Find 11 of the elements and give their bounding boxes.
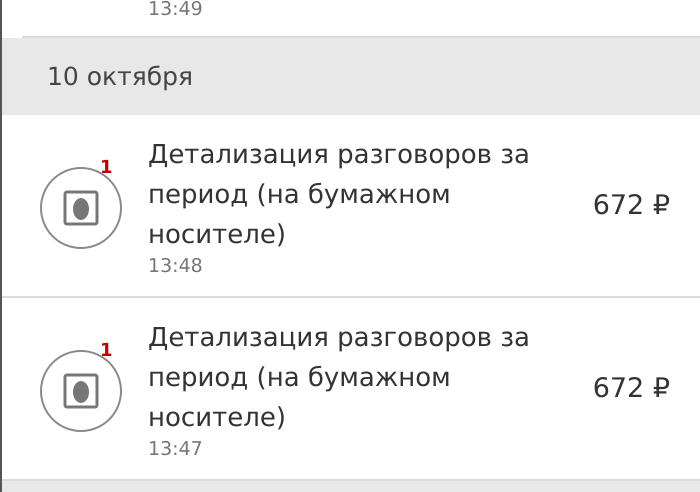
item-time: 13:48 [148, 254, 204, 276]
item-amount: 672 ₽ [592, 190, 670, 221]
item-time: 13:47 [148, 438, 204, 460]
item-amount: 672 ₽ [592, 373, 670, 404]
notification-count: 1 [100, 156, 113, 178]
item-title: Детализация разговоров за период (на бумажном носителе) [148, 138, 531, 252]
notification-count: 1 [100, 340, 113, 360]
item-title: Детализация разговоров за период (на бумажном носителе) [148, 322, 531, 434]
item-time: 13:49 [148, 0, 203, 20]
transaction-item[interactable]: 1 Детализация разговоров за период (на бумажном носителе) 13:48 672 ₽ [2, 115, 700, 298]
date-header: 10 октября [2, 38, 700, 115]
